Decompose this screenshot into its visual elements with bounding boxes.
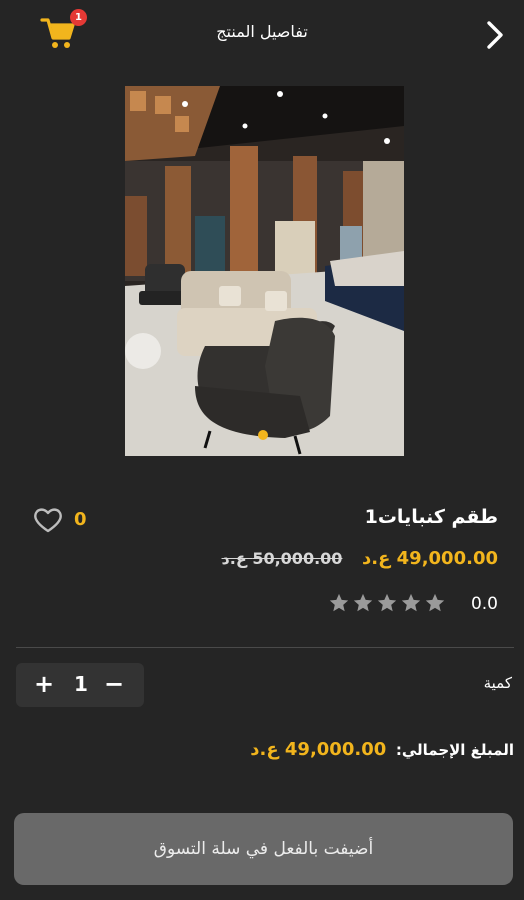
star-icon[interactable] [352, 592, 374, 614]
total-row: المبلغ الإجمالي: 49,000.00 ع.د [250, 739, 514, 760]
decrease-quantity-button[interactable]: − [102, 670, 126, 698]
rating-stars[interactable] [328, 592, 446, 614]
product-price: 49,000.00 ع.د [362, 548, 498, 569]
price-row: 49,000.00 ع.د 50,000.00 ع.د [222, 548, 498, 569]
quantity-label: كمية [483, 674, 512, 692]
heart-icon[interactable] [32, 506, 64, 534]
star-icon[interactable] [328, 592, 350, 614]
likes-count: 0 [74, 509, 87, 530]
increase-quantity-button[interactable]: + [32, 670, 56, 698]
total-label: المبلغ الإجمالي: [395, 741, 514, 759]
add-to-cart-button[interactable]: أضيفت بالفعل في سلة التسوق [14, 813, 513, 885]
star-icon[interactable] [424, 592, 446, 614]
star-icon[interactable] [376, 592, 398, 614]
product-old-price: 50,000.00 ع.د [221, 549, 343, 568]
chevron-right-icon[interactable] [484, 20, 506, 50]
product-image[interactable] [125, 86, 404, 456]
product-name: طقم كنبايات1 [364, 506, 498, 528]
quantity-stepper: + 1 − [16, 663, 144, 707]
top-bar: 1 تفاصيل المنتج [0, 0, 524, 68]
image-pager-dot[interactable] [258, 430, 268, 440]
total-value: 49,000.00 ع.د [250, 739, 387, 760]
quantity-value: 1 [74, 672, 88, 696]
divider [16, 647, 514, 648]
page-title: تفاصيل المنتج [216, 22, 308, 41]
rating-value: 0.0 [470, 594, 498, 614]
star-icon[interactable] [400, 592, 422, 614]
